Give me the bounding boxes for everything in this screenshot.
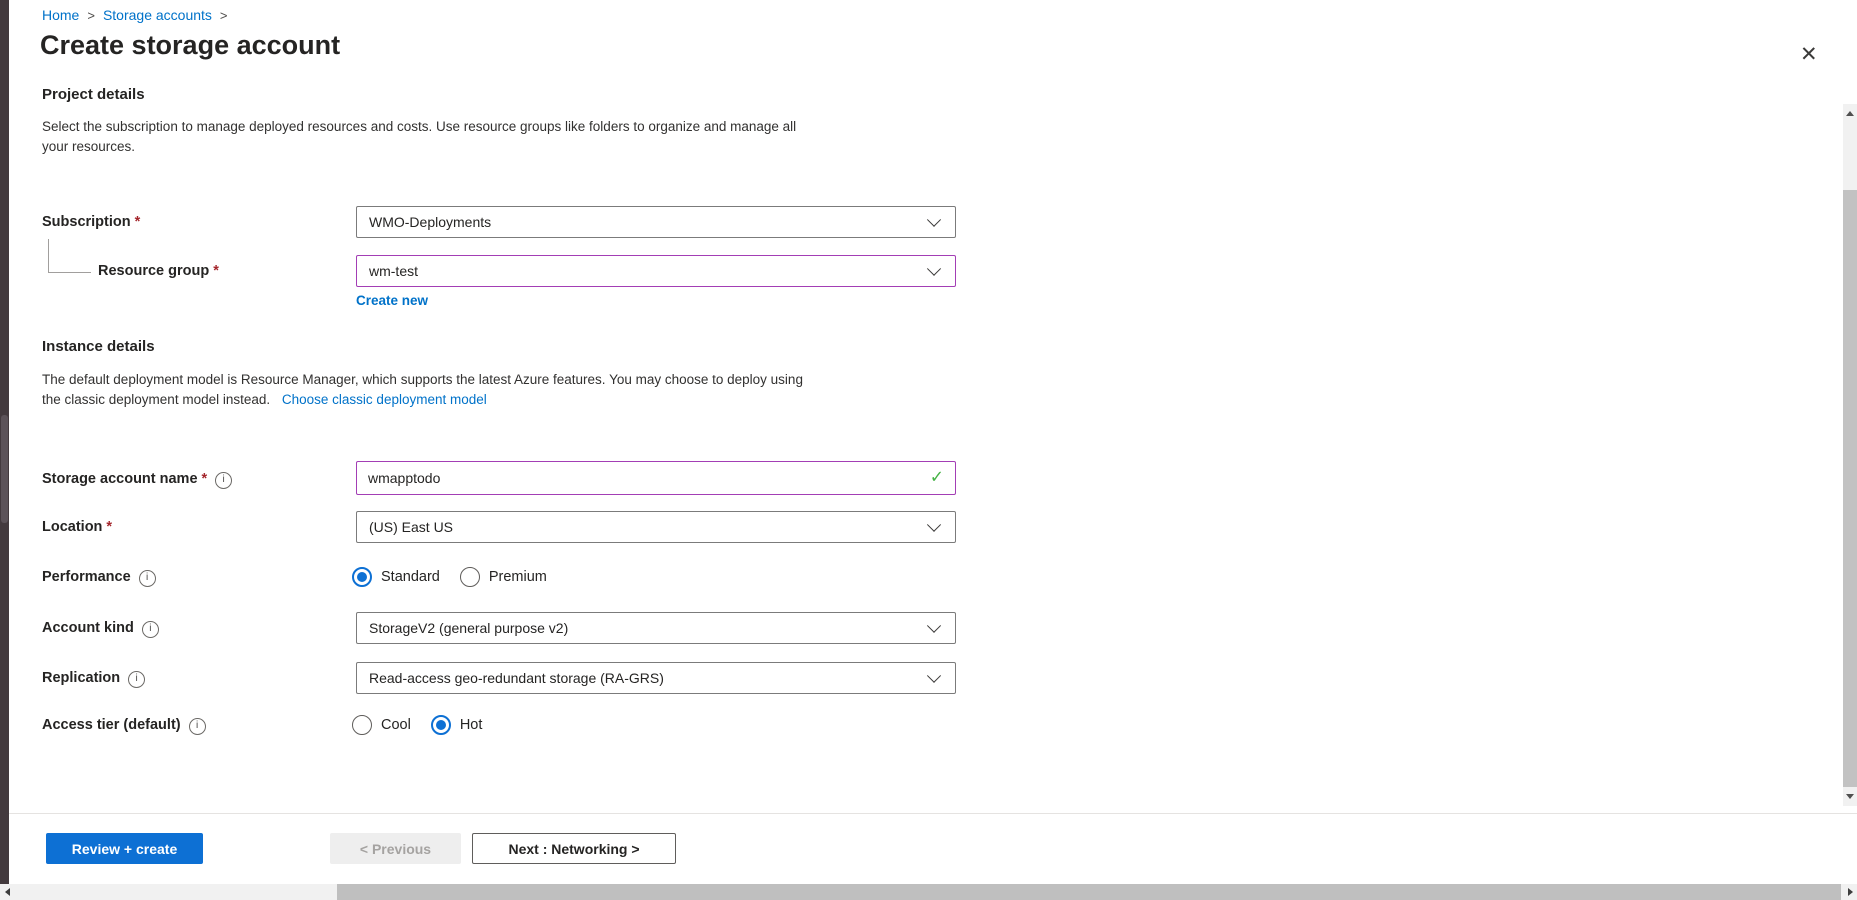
scroll-right-arrow-icon[interactable] [1848,888,1853,896]
radio-premium[interactable] [460,567,480,587]
location-label: Location* [42,511,112,543]
account-kind-label-text: Account kind [42,620,134,636]
create-new-link[interactable]: Create new [356,293,428,308]
project-details-description: Select the subscription to manage deploy… [42,117,796,156]
scroll-up-arrow-icon[interactable] [1846,111,1854,116]
footer-divider [9,813,1857,814]
radio-premium-label[interactable]: Premium [489,569,547,585]
storage-account-name-label: Storage account name* i [42,462,232,496]
choose-classic-deployment-link[interactable]: Choose classic deployment model [282,392,487,407]
info-icon[interactable]: i [189,718,206,735]
subscription-label: Subscription* [42,206,140,238]
chevron-down-icon [927,619,941,633]
resource-group-dropdown[interactable]: wm-test [356,255,956,287]
info-icon[interactable]: i [142,621,159,638]
storage-account-name-label-text: Storage account name [42,471,198,487]
breadcrumb-separator: > [87,8,95,23]
radio-hot-label[interactable]: Hot [460,717,483,733]
breadcrumb-home-link[interactable]: Home [42,7,79,23]
create-storage-account-page: Home > Storage accounts > Create storage ac… [0,0,1857,900]
description-line: your resources. [42,137,796,157]
subscription-selected-value: WMO-Deployments [369,214,491,230]
access-tier-label-text: Access tier (default) [42,717,181,733]
chevron-down-icon [927,213,941,227]
project-details-heading: Project details [42,86,145,103]
vertical-scrollbar-thumb[interactable] [1843,190,1857,787]
nav-scrollbar-thumb [1,415,8,523]
performance-radio-group: Standard Premium [352,561,567,593]
close-icon[interactable]: ✕ [1800,44,1818,65]
subscription-dropdown[interactable]: WMO-Deployments [356,206,956,238]
horizontal-scrollbar-thumb[interactable] [337,884,1841,900]
chevron-down-icon [927,262,941,276]
description-line: the classic deployment model instead. Ch… [42,390,803,410]
required-asterisk: * [135,214,141,230]
replication-label: Replication i [42,662,145,694]
resource-group-label-text: Resource group [98,263,209,279]
location-dropdown[interactable]: (US) East US [356,511,956,543]
radio-standard[interactable] [352,567,372,587]
instance-details-description: The default deployment model is Resource… [42,370,803,409]
radio-cool-label[interactable]: Cool [381,717,411,733]
radio-cool[interactable] [352,715,372,735]
location-label-text: Location [42,519,102,535]
info-icon[interactable]: i [128,671,145,688]
info-icon[interactable]: i [139,570,156,587]
account-kind-dropdown[interactable]: StorageV2 (general purpose v2) [356,612,956,644]
performance-label: Performance i [42,561,156,593]
valid-check-icon: ✓ [930,468,944,488]
replication-selected-value: Read-access geo-redundant storage (RA-GR… [369,670,664,686]
collapsed-nav-strip [0,0,9,900]
info-icon[interactable]: i [215,472,232,489]
subscription-resource-group-connector [48,239,91,273]
scroll-left-arrow-icon[interactable] [5,888,10,896]
account-kind-label: Account kind i [42,612,159,644]
performance-label-text: Performance [42,569,131,585]
description-line: The default deployment model is Resource… [42,370,803,390]
next-networking-button[interactable]: Next : Networking > [472,833,676,864]
radio-standard-label[interactable]: Standard [381,569,440,585]
chevron-down-icon [927,669,941,683]
access-tier-label: Access tier (default) i [42,709,206,741]
review-create-button[interactable]: Review + create [46,833,203,864]
required-asterisk: * [213,263,219,279]
replication-dropdown[interactable]: Read-access geo-redundant storage (RA-GR… [356,662,956,694]
storage-account-name-input[interactable] [356,461,956,495]
resource-group-label: Resource group* [98,255,219,287]
chevron-down-icon [927,518,941,532]
vertical-scrollbar[interactable] [1843,104,1857,806]
page-title: Create storage account [40,30,340,61]
required-asterisk: * [106,519,112,535]
breadcrumb-storage-accounts-link[interactable]: Storage accounts [103,7,212,23]
subscription-label-text: Subscription [42,214,131,230]
previous-button[interactable]: < Previous [330,833,461,864]
horizontal-scrollbar[interactable] [0,884,1857,900]
replication-label-text: Replication [42,670,120,686]
account-kind-selected-value: StorageV2 (general purpose v2) [369,620,568,636]
access-tier-radio-group: Cool Hot [352,709,502,741]
breadcrumb-separator: > [220,8,228,23]
description-line-text: the classic deployment model instead. [42,392,270,407]
description-line: Select the subscription to manage deploy… [42,117,796,137]
breadcrumb: Home > Storage accounts > [42,7,236,23]
scroll-down-arrow-icon[interactable] [1846,794,1854,799]
location-selected-value: (US) East US [369,519,453,535]
required-asterisk: * [202,471,208,487]
storage-account-name-field-wrap: ✓ [356,461,956,495]
radio-hot[interactable] [431,715,451,735]
resource-group-selected-value: wm-test [369,263,418,279]
instance-details-heading: Instance details [42,338,155,355]
